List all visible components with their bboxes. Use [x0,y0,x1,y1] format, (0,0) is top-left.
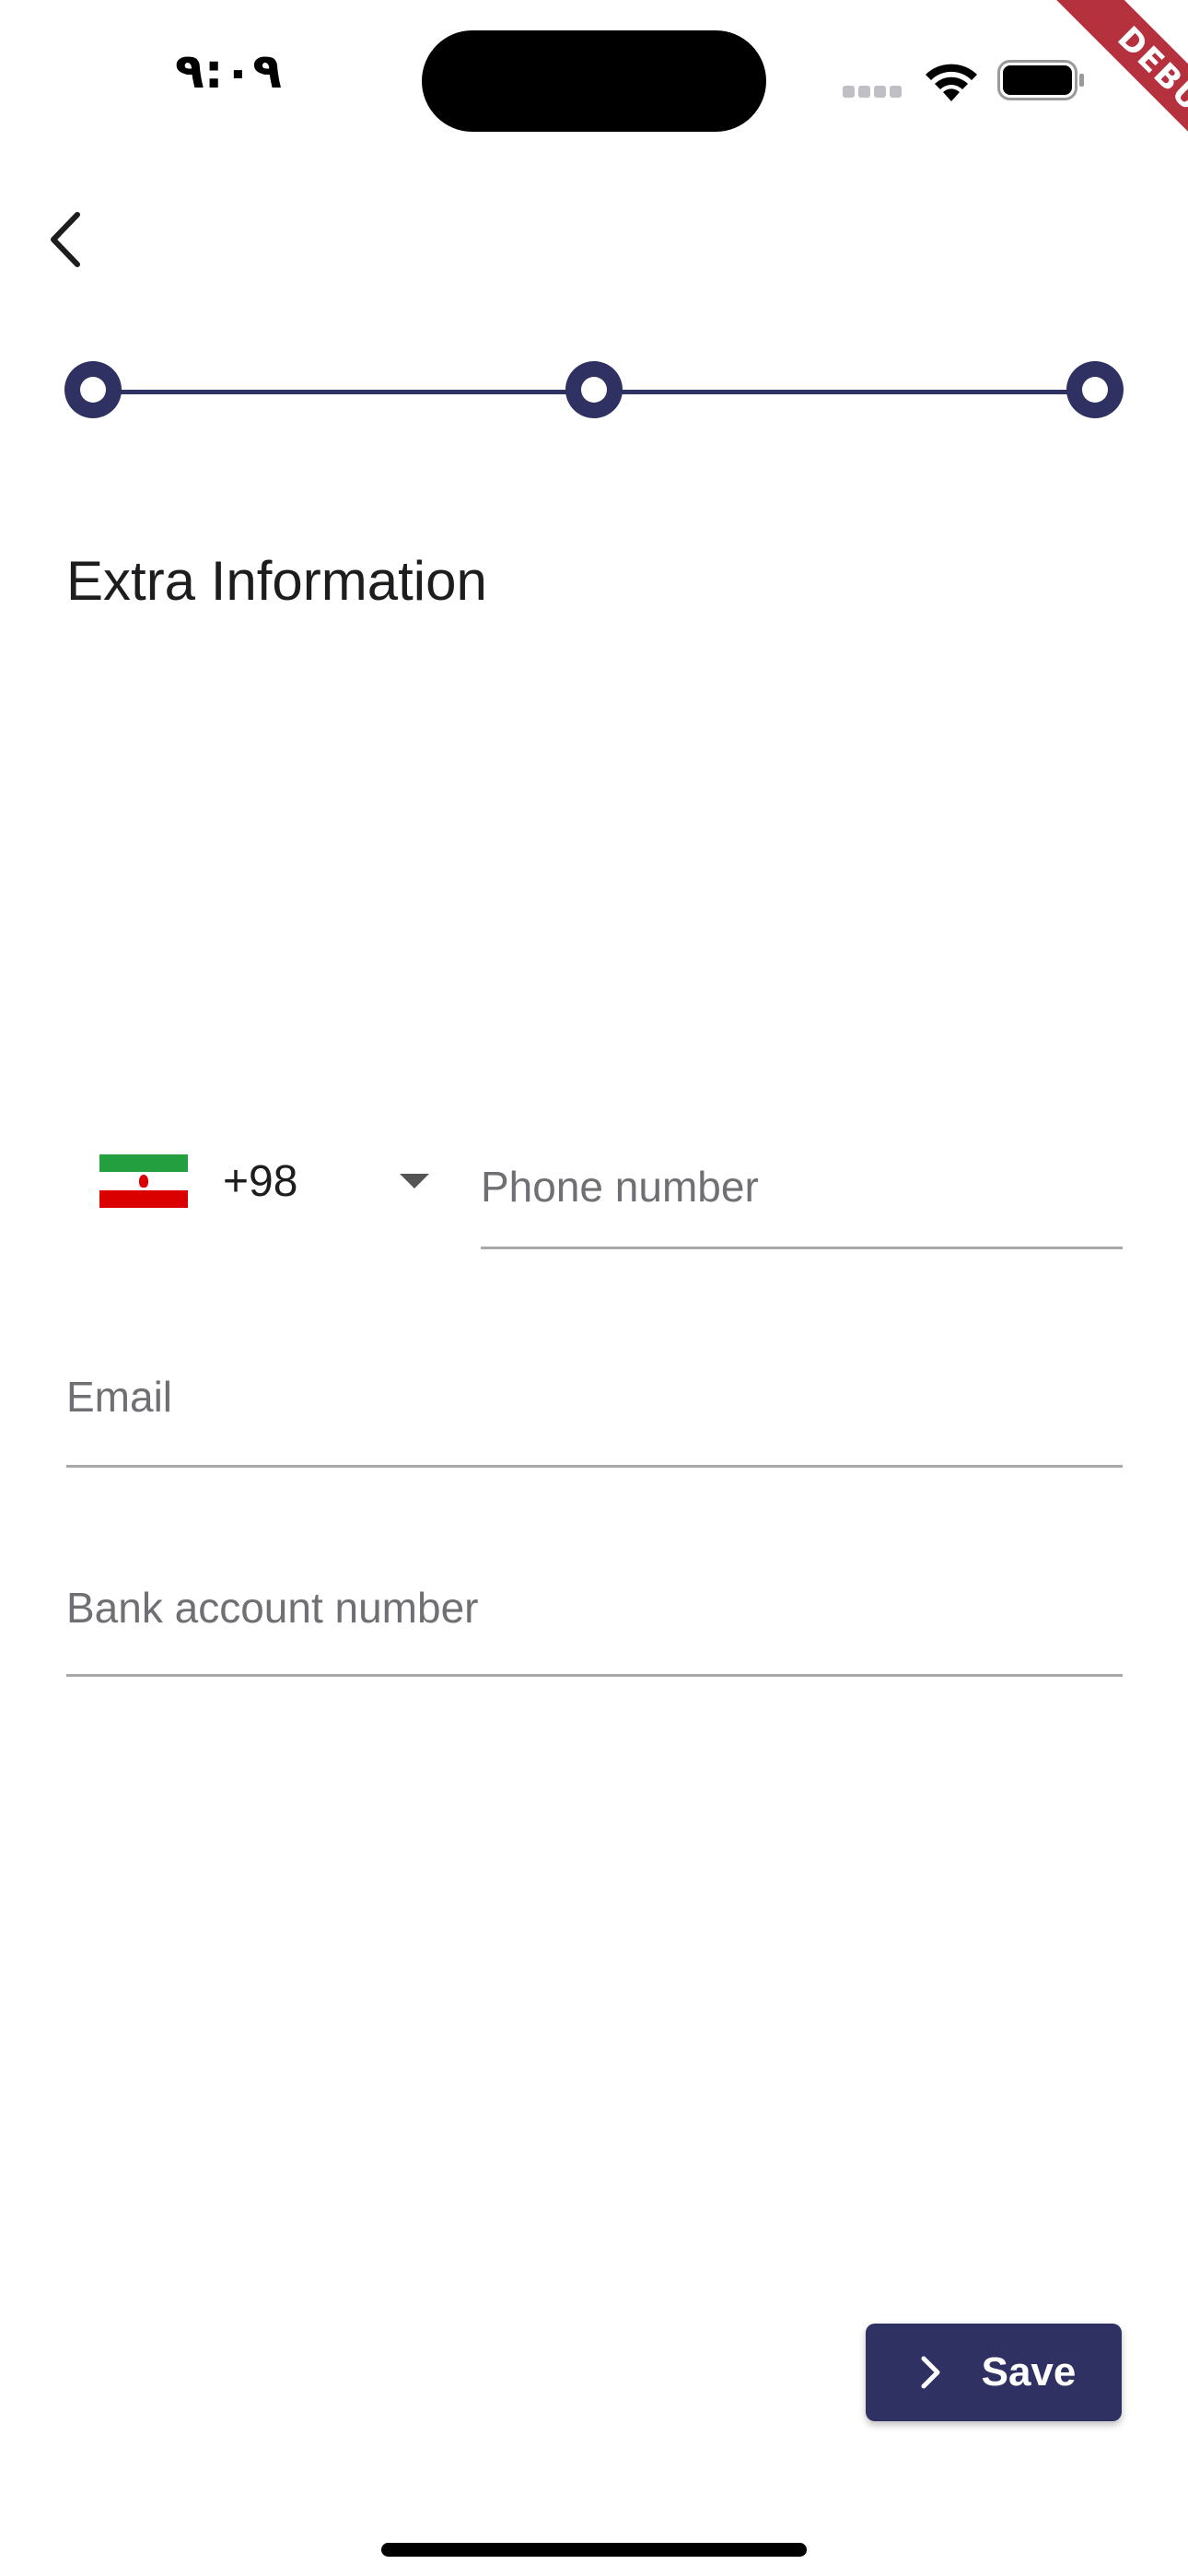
wifi-icon [926,64,977,101]
country-code-picker[interactable]: +98 [83,1142,451,1220]
dynamic-island [422,30,766,132]
dropdown-arrow-icon [400,1174,429,1188]
page-title: Extra Information [66,550,487,612]
save-button[interactable]: Save [866,2324,1122,2421]
chevron-left-icon [51,212,80,267]
cellular-signal-icon [843,86,903,99]
battery-icon [997,60,1084,100]
progress-stepper [64,361,1124,422]
email-input[interactable] [66,1345,1123,1468]
phone-number-input[interactable] [481,1142,1123,1249]
status-time: ٩:٠٩ [175,44,283,100]
home-indicator [381,2543,807,2557]
bank-account-number-input[interactable] [66,1557,1123,1677]
screen: ٩:٠٩ DEBUG Extra Information +98 Phone n… [0,0,1188,2576]
back-button[interactable] [28,198,101,281]
save-button-label: Save [981,2349,1077,2395]
step-2-indicator [565,361,623,418]
chevron-right-icon [921,2356,940,2389]
step-1-indicator [64,361,122,418]
iran-flag-icon [99,1154,188,1208]
step-3-indicator [1066,361,1124,418]
dial-code: +98 [223,1156,298,1206]
